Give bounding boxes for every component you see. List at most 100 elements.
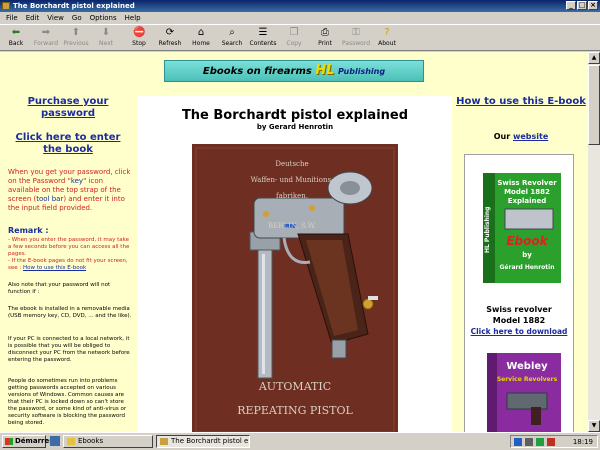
book-cover-image: Deutsche Waffen- und Munitions- fabriken…	[192, 144, 398, 432]
up-arrow-icon: ⬆	[71, 27, 81, 38]
note-intro: Also note that your password will not fu…	[8, 282, 111, 295]
refresh-button[interactable]: ⟳ Refresh	[155, 26, 185, 50]
refresh-icon: ⟳	[165, 27, 175, 38]
menu-file[interactable]: File	[2, 14, 22, 22]
swiss-revolver-book-cover[interactable]: HL Publishing Swiss Revolver Model 1882 …	[483, 173, 561, 283]
network-icon[interactable]	[514, 438, 522, 446]
home-icon: ⌂	[197, 27, 205, 38]
about-icon: ?	[384, 27, 390, 38]
book-icon	[160, 438, 168, 445]
cover-maker-1: Deutsche	[275, 160, 308, 168]
stop-icon: ⛔	[133, 27, 146, 38]
forward-arrow-icon: ➡	[41, 27, 51, 38]
page-content: Ebooks on firearms HL Publishing Purchas…	[0, 52, 588, 432]
security-icon[interactable]	[536, 438, 544, 446]
note-network: If your PC is connected to a local netwo…	[8, 336, 130, 363]
cover-bottom-2: REPEATING PISTOL	[237, 404, 353, 417]
windows-flag-icon	[5, 438, 13, 445]
quick-launch-desktop-icon[interactable]	[50, 436, 60, 446]
remark-text: - When you enter the password, it may ta…	[8, 237, 130, 271]
search-icon: ⌕	[229, 27, 235, 38]
forward-button[interactable]: ➡ Forward	[31, 26, 61, 50]
window-title: The Borchardt pistol explained	[13, 2, 135, 10]
note-windows: People do sometimes run into problems ge…	[8, 378, 127, 426]
password-button[interactable]: ⚿ Password	[341, 26, 371, 50]
cover-maker-2: Waffen- und Munitions-	[251, 176, 334, 184]
folder-icon	[67, 438, 75, 445]
author-line: by Gerard Henrotin	[256, 123, 334, 131]
key-icon: ⚿	[352, 27, 360, 38]
banner[interactable]: Ebooks on firearms HL Publishing	[164, 60, 424, 82]
scroll-down-button[interactable]: ▼	[588, 420, 600, 432]
remark-title: Remark :	[8, 226, 49, 235]
page-title: The Borchardt pistol explained	[181, 108, 409, 123]
hl-logo: HL	[315, 63, 335, 78]
stop-button[interactable]: ⛔ Stop	[124, 26, 154, 50]
menu-options[interactable]: Options	[86, 14, 121, 22]
toolbar: ⬅ Back ➡ Forward ⬆ Previous ⬇ Next ⛔ Stop ⟳ Re…	[0, 24, 600, 51]
our-website-line: Our website	[493, 132, 549, 141]
note-removable: The ebook is installed in a removable me…	[8, 306, 132, 319]
website-link[interactable]: website	[513, 132, 548, 141]
book1-caption-2: Model 1882	[492, 316, 546, 325]
download-link[interactable]: Click here to download	[465, 327, 573, 336]
menu-go[interactable]: Go	[68, 14, 86, 22]
cover-bottom-1: AUTOMATIC	[258, 380, 331, 393]
close-button[interactable]: ×	[588, 1, 598, 10]
search-button[interactable]: ⌕ Search	[217, 26, 247, 50]
book1-side-text: HL Publishing	[484, 207, 491, 253]
copy-button[interactable]: ❐ Copy	[279, 26, 309, 50]
back-button[interactable]: ⬅ Back	[1, 26, 31, 50]
webley-book-cover[interactable]: Webley Service Revolvers	[487, 353, 561, 432]
vertical-scrollbar[interactable]: ▲ ▼	[588, 52, 600, 432]
enter-book-link[interactable]: Click here to enter the book	[6, 132, 130, 156]
minimize-button[interactable]: _	[566, 1, 576, 10]
scroll-thumb[interactable]	[588, 65, 600, 145]
start-button[interactable]: Démarrer	[2, 435, 53, 448]
cover-city: BERLIN, S.W.	[268, 222, 316, 230]
taskbar: Démarrer Ebooks The Borchardt pistol e..…	[0, 432, 600, 450]
previous-button[interactable]: ⬆ Previous	[61, 26, 91, 50]
print-icon: ⎙	[321, 27, 329, 38]
next-button[interactable]: ⬇ Next	[91, 26, 121, 50]
center-column: The Borchardt pistol explained by Gerard…	[138, 96, 452, 432]
scroll-up-button[interactable]: ▲	[588, 52, 600, 64]
purchase-password-link[interactable]: Purchase your password	[6, 96, 130, 120]
back-arrow-icon: ⬅	[11, 27, 21, 38]
book1-caption-1: Swiss revolver	[486, 305, 552, 314]
contents-button[interactable]: ☰ Contents	[248, 26, 278, 50]
svg-text:Gérard Henrotin: Gérard Henrotin	[500, 264, 555, 271]
password-instructions: When you get your password, click on the…	[8, 168, 131, 212]
menu-view[interactable]: View	[43, 14, 68, 22]
svg-text:Swiss Revolver: Swiss Revolver	[497, 179, 557, 187]
contents-icon: ☰	[258, 27, 268, 38]
copy-icon: ❐	[289, 27, 299, 38]
system-tray: 18:19	[510, 435, 598, 448]
task-borchardt[interactable]: The Borchardt pistol e...	[156, 435, 250, 448]
home-button[interactable]: ⌂ Home	[186, 26, 216, 50]
clock: 18:19	[572, 438, 593, 446]
svg-text:Model 1882: Model 1882	[504, 188, 550, 196]
volume-icon[interactable]	[525, 438, 533, 446]
down-arrow-icon: ⬇	[101, 27, 111, 38]
cover-maker-3: fabriken.	[276, 192, 308, 200]
related-books-panel: HL Publishing Swiss Revolver Model 1882 …	[464, 154, 574, 432]
how-to-use-ebook-link[interactable]: How to use this E-book	[456, 96, 586, 108]
about-button[interactable]: ? About	[372, 26, 402, 50]
pistol-illustration: Deutsche Waffen- und Munitions- fabriken…	[192, 144, 398, 432]
svg-text:by: by	[522, 251, 532, 259]
how-to-use-link[interactable]: How to use this E-book	[23, 265, 86, 271]
print-button[interactable]: ⎙ Print	[310, 26, 340, 50]
svg-text:Explained: Explained	[508, 197, 547, 205]
task-ebooks[interactable]: Ebooks	[63, 435, 153, 448]
svg-text:Ebook: Ebook	[506, 234, 548, 248]
svg-text:Service Revolvers: Service Revolvers	[497, 376, 558, 383]
menu-help[interactable]: Help	[121, 14, 145, 22]
menu-edit[interactable]: Edit	[22, 14, 44, 22]
menu-bar: File Edit View Go Options Help	[0, 12, 600, 24]
app-icon	[2, 2, 10, 10]
antivirus-icon[interactable]	[547, 438, 555, 446]
window-title-bar[interactable]: The Borchardt pistol explained _ □ ×	[0, 0, 600, 12]
svg-text:Webley: Webley	[506, 361, 548, 372]
maximize-button[interactable]: □	[577, 1, 587, 10]
